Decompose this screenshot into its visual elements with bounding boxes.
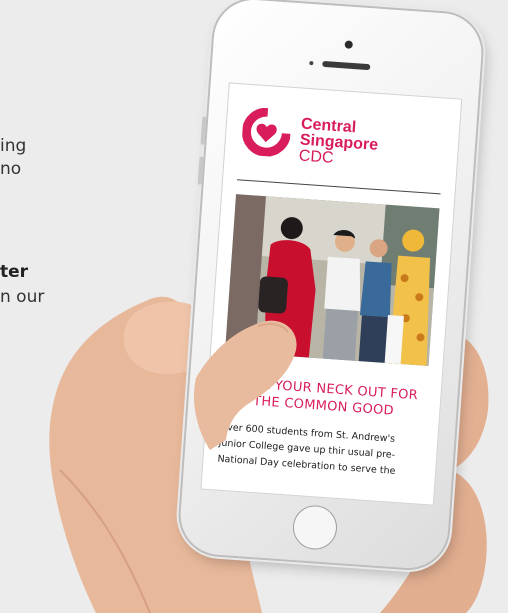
- header-divider: [237, 179, 441, 195]
- sensor-icon: [309, 60, 314, 66]
- phone-screen: Central Singapore CDC STICK YOUR NECK OU…: [200, 82, 463, 506]
- article-headline[interactable]: STICK YOUR NECK OUT FOR THE COMMON GOOD: [221, 374, 427, 422]
- article-body: Over 600 students from St. Andrew's Juni…: [217, 420, 432, 483]
- article-photo[interactable]: [225, 194, 440, 367]
- phone-device: Central Singapore CDC STICK YOUR NECK OU…: [177, 0, 485, 571]
- home-button[interactable]: [291, 503, 339, 551]
- front-camera-icon: [344, 40, 354, 49]
- earpiece-speaker: [322, 60, 371, 71]
- cdc-heart-logo-icon: [241, 107, 291, 157]
- cdc-logo-text: Central Singapore CDC: [298, 116, 379, 170]
